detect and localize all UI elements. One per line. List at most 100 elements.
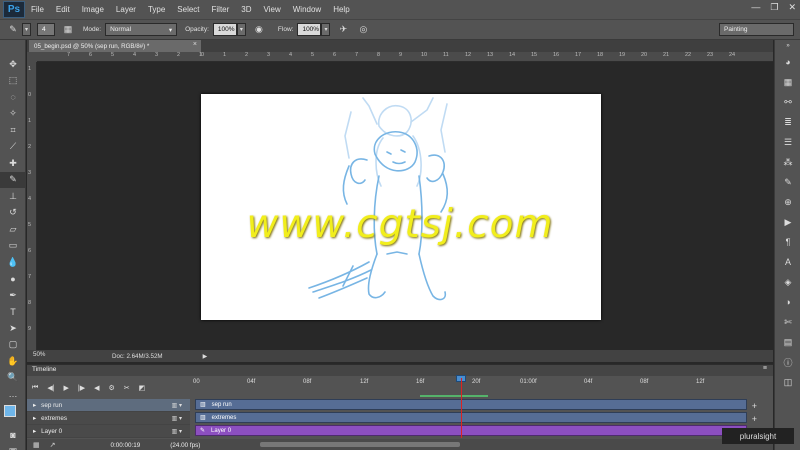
menu-layer[interactable]: Layer [110,5,142,14]
more-tools-icon[interactable]: … [0,386,26,403]
document-tab[interactable]: 05_begin.psd @ 50% (sep run, RGB/8#) * × [29,40,201,52]
next-frame-icon[interactable]: |▶ [78,384,85,392]
close-icon[interactable]: × [193,41,197,48]
film-icon[interactable]: ▥ ▾ [172,402,182,409]
timeline-zoom-slider[interactable] [260,442,460,447]
tool-preset-dropdown[interactable]: ▾ [22,23,31,36]
hand-tool-icon[interactable]: ✋ [0,353,26,370]
film-icon[interactable]: ▥ ▾ [172,415,182,422]
eraser-tool-icon[interactable]: ▱ [0,221,26,238]
brush-tool-icon[interactable]: ✎ [0,171,26,188]
opacity-field[interactable]: 100% [212,23,237,36]
add-media-button[interactable]: + [752,414,757,424]
add-media-button[interactable]: + [752,401,757,411]
lasso-tool-icon[interactable]: ◌ [0,89,26,106]
opacity-dropdown[interactable]: ▾ [236,23,246,36]
gradient-tool-icon[interactable]: ▭ [0,238,26,255]
menu-image[interactable]: Image [76,5,110,14]
history-panel-icon[interactable]: ☰ [775,132,800,152]
quick-select-tool-icon[interactable]: ✧ [0,106,26,123]
character-panel-icon[interactable]: A [775,252,800,272]
restore-button[interactable]: ❐ [770,2,778,13]
layers-panel-icon[interactable]: ◈ [775,272,800,292]
split-icon[interactable]: ✂ [124,384,130,392]
mode-select[interactable]: Normal ▾ [105,23,178,36]
marquee-tool-icon[interactable]: ⬚ [0,73,26,90]
panel-menu-icon[interactable]: ≡ [763,365,767,372]
menu-help[interactable]: Help [327,5,355,14]
blur-tool-icon[interactable]: 💧 [0,254,26,271]
brush-presets-panel-icon[interactable]: ⁂ [775,152,800,172]
clip-sep-run[interactable]: ▥ sep run [195,399,747,410]
type-tool-icon[interactable]: T [0,304,26,321]
foreground-color-swatch[interactable] [4,404,16,417]
expand-arrow-icon[interactable]: ▸ [33,402,36,409]
history-brush-tool-icon[interactable]: ↺ [0,205,26,222]
menu-edit[interactable]: Edit [50,5,76,14]
clip-layer-0[interactable]: ✎ Layer 0 [195,425,747,436]
close-button[interactable]: ✕ [788,2,796,13]
transition-icon[interactable]: ◩ [139,384,146,392]
track-layer-0[interactable]: ▸ Layer 0 ▥ ▾ [27,425,190,438]
channels-panel-icon[interactable]: ◑ [775,292,800,312]
expand-arrow-icon[interactable]: ▸ [33,415,36,422]
timeline-panel-icon[interactable]: ◫ [775,372,800,392]
workspace-switcher[interactable]: Painting [719,23,794,36]
airbrush-icon[interactable]: ✈ [336,23,350,37]
quick-mask-icon[interactable]: ◙ [0,427,26,444]
paragraph-panel-icon[interactable]: ¶ [775,232,800,252]
brush-panel-icon[interactable]: ▦ [61,23,75,37]
work-area-bar[interactable] [420,395,488,397]
expand-arrow-icon[interactable]: ▸ [33,428,36,435]
brush-size-picker[interactable]: 4 [37,23,55,36]
menu-type[interactable]: Type [142,5,171,14]
color-panel-icon[interactable]: ◕ [775,52,800,72]
go-to-first-frame-icon[interactable]: ⏮ [32,384,38,392]
menu-filter[interactable]: Filter [206,5,236,14]
track-extremes[interactable]: ▸ extremes ▥ ▾ [27,412,190,425]
swatches-panel-icon[interactable]: ▦ [775,72,800,92]
screen-mode-icon[interactable]: ▣ [0,443,26,450]
dock-collapse-icon[interactable]: » [775,40,800,52]
styles-panel-icon[interactable]: ≣ [775,112,800,132]
play-icon[interactable]: ▶ [64,384,69,392]
ruler-origin[interactable] [27,52,37,62]
minimize-button[interactable]: — [751,2,760,13]
film-icon[interactable]: ▥ ▾ [172,428,182,435]
convert-frame-icon[interactable]: ▦ [33,441,40,449]
pen-tool-icon[interactable]: ✒ [0,287,26,304]
flow-dropdown[interactable]: ▾ [321,23,331,36]
audio-icon[interactable]: ◀ [94,384,99,392]
vertical-ruler[interactable]: 1 0 1 2 3 4 5 6 7 8 9 [27,62,37,350]
clone-source-panel-icon[interactable]: ⊕ [775,192,800,212]
shape-tool-icon[interactable]: ▢ [0,337,26,354]
pressure-size-icon[interactable]: ◎ [356,23,370,37]
flow-field[interactable]: 100% [297,23,322,36]
menu-file[interactable]: File [25,5,50,14]
adjustments-panel-icon[interactable]: ⚯ [775,92,800,112]
status-menu-arrow[interactable]: ▶ [203,353,208,360]
pressure-opacity-icon[interactable]: ◉ [252,23,266,37]
healing-brush-tool-icon[interactable]: ✚ [0,155,26,172]
zoom-level-field[interactable]: 50% [27,351,72,361]
clone-stamp-tool-icon[interactable]: ⊥ [0,188,26,205]
menu-3d[interactable]: 3D [235,5,257,14]
horizontal-ruler[interactable]: 7 6 5 4 3 2 1 0 1 2 3 4 5 6 7 8 9 10 11 … [37,52,773,62]
paths-panel-icon[interactable]: ✄ [775,312,800,332]
info-panel-icon[interactable]: ⓘ [775,352,800,372]
crop-tool-icon[interactable]: ⌗ [0,122,26,139]
dodge-tool-icon[interactable]: ● [0,271,26,288]
gear-icon[interactable]: ⚙ [109,384,115,392]
render-icon[interactable]: ↗ [50,441,56,449]
clip-extremes[interactable]: ▥ extremes [195,412,747,423]
color-swatches[interactable] [0,403,26,427]
menu-window[interactable]: Window [287,5,327,14]
menu-select[interactable]: Select [171,5,205,14]
zoom-tool-icon[interactable]: 🔍 [0,370,26,387]
move-tool-icon[interactable]: ✥ [0,56,26,73]
eyedropper-tool-icon[interactable]: ⟋ [0,139,26,156]
brush-tool-icon[interactable]: ✎ [6,23,20,37]
actions-panel-icon[interactable]: ▶ [775,212,800,232]
path-select-tool-icon[interactable]: ➤ [0,320,26,337]
brush-panel-icon[interactable]: ✎ [775,172,800,192]
